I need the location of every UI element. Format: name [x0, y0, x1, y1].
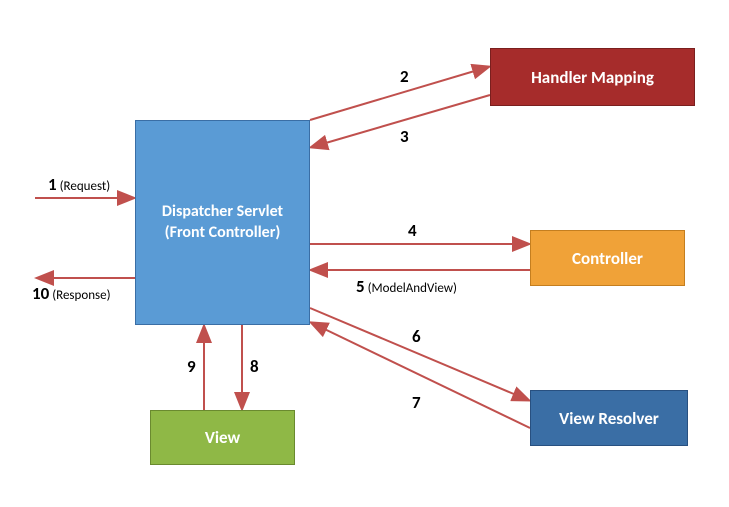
label-2: 2 — [400, 68, 409, 85]
view-label: View — [205, 427, 240, 448]
view-resolver-box: View Resolver — [530, 390, 688, 446]
label-10: 10 (Response) — [32, 285, 111, 302]
dispatcher-servlet-box: Dispatcher Servlet(Front Controller) — [135, 120, 310, 325]
label-8: 8 — [250, 358, 259, 375]
label-4: 4 — [408, 222, 417, 239]
controller-box: Controller — [530, 230, 685, 286]
handler-mapping-label: Handler Mapping — [531, 67, 654, 88]
controller-label: Controller — [572, 248, 643, 269]
label-7: 7 — [412, 394, 421, 411]
arrow-7 — [312, 323, 530, 428]
label-1: 1 (Request) — [48, 176, 110, 193]
arrow-2 — [310, 67, 488, 120]
diagram-canvas: Dispatcher Servlet(Front Controller) Han… — [0, 0, 729, 507]
view-box: View — [150, 410, 295, 465]
label-6: 6 — [412, 328, 421, 345]
label-9: 9 — [187, 358, 196, 375]
label-5: 5 (ModelAndView) — [356, 278, 457, 295]
handler-mapping-box: Handler Mapping — [490, 48, 695, 106]
dispatcher-label: Dispatcher Servlet(Front Controller) — [162, 202, 283, 244]
label-3: 3 — [400, 128, 409, 145]
view-resolver-label: View Resolver — [559, 408, 659, 429]
arrow-6 — [310, 308, 528, 400]
